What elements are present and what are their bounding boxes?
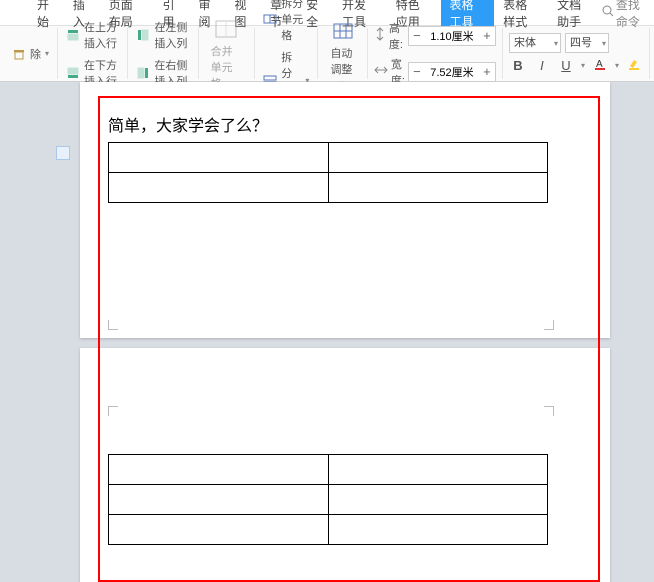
- table-row[interactable]: [109, 455, 548, 485]
- insert-row-below-icon: [66, 66, 80, 80]
- table-1[interactable]: [108, 142, 548, 203]
- font-size-select[interactable]: 四号 ▾: [565, 33, 609, 53]
- document-area[interactable]: 简单，大家学会了么？: [0, 82, 654, 582]
- table-row[interactable]: [109, 515, 548, 545]
- auto-adjust-icon: [331, 19, 355, 43]
- auto-adjust-label: 自动调整: [330, 45, 354, 77]
- width-icon: [374, 64, 388, 79]
- split-cells-button[interactable]: 拆分单元格: [261, 0, 311, 44]
- group-delete: 除 ▾: [4, 28, 58, 79]
- width-input[interactable]: [425, 66, 479, 78]
- body-text[interactable]: 简单，大家学会了么？: [108, 112, 268, 136]
- highlight-icon: [627, 57, 641, 74]
- delete-icon: [12, 47, 26, 61]
- dropdown-caret-icon: ▾: [45, 49, 49, 58]
- merge-cells-button[interactable]: 合并单元格: [205, 15, 249, 93]
- height-input[interactable]: [425, 30, 479, 42]
- group-font: 宋体 ▾ 四号 ▾ B I U ▾ A ▾: [503, 28, 650, 79]
- underline-button[interactable]: U: [557, 57, 575, 75]
- group-insert-cols: 在左侧插入列 在右侧插入列: [128, 28, 198, 79]
- insert-col-left-button[interactable]: 在左侧插入列: [134, 18, 191, 52]
- insert-col-left-icon: [136, 28, 150, 42]
- search-icon: [602, 5, 614, 20]
- dropdown-caret-icon: ▾: [602, 39, 606, 48]
- table-row[interactable]: [109, 485, 548, 515]
- group-merge: 合并单元格: [199, 28, 256, 79]
- height-plus[interactable]: +: [479, 27, 495, 45]
- height-stepper[interactable]: − +: [408, 26, 496, 46]
- insert-row-above-button[interactable]: 在上方插入行: [64, 18, 121, 52]
- font-color-icon: A: [593, 57, 607, 74]
- width-stepper[interactable]: − +: [408, 62, 496, 82]
- font-name-select[interactable]: 宋体 ▾: [509, 33, 561, 53]
- width-plus[interactable]: +: [479, 63, 495, 81]
- insert-row-above-icon: [66, 28, 80, 42]
- group-insert-rows: 在上方插入行 在下方插入行: [58, 28, 128, 79]
- merge-cells-icon: [214, 17, 238, 41]
- page-1[interactable]: 简单，大家学会了么？: [80, 82, 610, 338]
- font-name-value: 宋体: [514, 37, 536, 49]
- italic-button[interactable]: I: [533, 57, 551, 75]
- margin-mark-icon: [544, 406, 554, 416]
- format-row: B I U ▾ A ▾: [509, 57, 643, 75]
- table-row[interactable]: [109, 143, 548, 173]
- ribbon-toolbar: 除 ▾ 在上方插入行 在下方插入行 在左侧插入列 在右侧插入列 合并单元格: [0, 26, 654, 82]
- page-indicator-icon[interactable]: [56, 146, 70, 160]
- delete-button[interactable]: 除 ▾: [10, 45, 51, 63]
- dropdown-caret-icon: ▾: [615, 61, 619, 70]
- group-auto-adjust: 自动调整 ▾: [318, 28, 367, 79]
- split-cells-icon: [263, 12, 277, 26]
- insert-col-left-label: 在左侧插入列: [154, 19, 189, 51]
- font-color-button[interactable]: A: [591, 57, 609, 75]
- bold-button[interactable]: B: [509, 57, 527, 75]
- search-placeholder: 查找命令: [616, 0, 648, 30]
- insert-row-above-label: 在上方插入行: [84, 19, 119, 51]
- font-size-value: 四号: [570, 37, 592, 49]
- highlight-button[interactable]: [625, 57, 643, 75]
- dropdown-caret-icon: ▾: [554, 39, 558, 48]
- height-icon: [374, 27, 386, 44]
- delete-label: 除: [30, 46, 41, 62]
- group-split: 拆分单元格 拆分表格 ▾: [255, 28, 318, 79]
- search-box[interactable]: 查找命令: [602, 0, 648, 30]
- margin-mark-icon: [108, 320, 118, 330]
- height-label: 高度:: [389, 20, 405, 52]
- row-height: 高度: − +: [374, 20, 496, 52]
- group-dimensions: 高度: − + 宽度: − +: [368, 28, 503, 79]
- table-row[interactable]: [109, 173, 548, 203]
- margin-mark-icon: [544, 320, 554, 330]
- table-2[interactable]: [108, 454, 548, 545]
- margin-mark-icon: [108, 406, 118, 416]
- height-minus[interactable]: −: [409, 27, 425, 45]
- split-cells-label: 拆分单元格: [281, 0, 309, 43]
- auto-adjust-button[interactable]: 自动调整 ▾: [324, 17, 360, 90]
- dropdown-caret-icon: ▾: [581, 61, 585, 70]
- width-minus[interactable]: −: [409, 63, 425, 81]
- page-2[interactable]: [80, 348, 610, 582]
- insert-col-right-icon: [136, 66, 150, 80]
